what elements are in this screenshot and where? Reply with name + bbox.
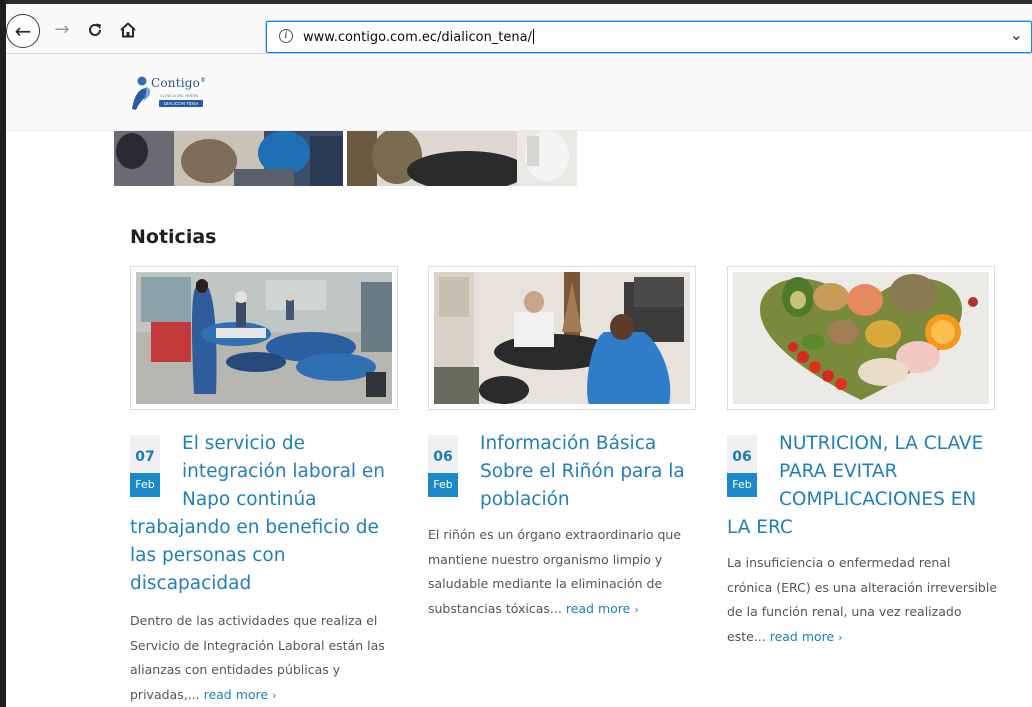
consultation-office-photo	[434, 272, 690, 404]
info-icon[interactable]: i	[279, 29, 293, 43]
chevron-right-icon: ›	[634, 602, 639, 616]
logo-figure-icon	[132, 76, 151, 110]
home-icon[interactable]	[116, 18, 140, 42]
home-icon-graphic	[120, 22, 136, 38]
reload-icon-graphic	[89, 23, 101, 36]
url-text: www.contigo.com.ec/dialicon_tena/	[303, 30, 532, 45]
news-title-line: LA ERC	[727, 517, 793, 538]
logo-tag: DIALICON TENA	[159, 100, 203, 107]
forward-arrow-icon[interactable]: →	[50, 18, 74, 42]
gallery-photo-graphic	[347, 131, 577, 186]
read-more-link[interactable]: read more ›	[566, 601, 639, 616]
news-title-line: NUTRICION, LA CLAVE PARA EVITAR COMPLICA…	[779, 433, 984, 510]
healthy-food-heart-photo	[733, 272, 989, 404]
news-excerpt: El riñón es un órgano extraordinario que…	[428, 523, 696, 622]
news-excerpt: Dentro de las actividades que realiza el…	[130, 609, 400, 707]
url-input[interactable]: www.contigo.com.ec/dialicon_tena/	[303, 29, 534, 45]
gallery-photo[interactable]	[114, 131, 343, 186]
news-card-image[interactable]	[727, 266, 995, 410]
url-bar[interactable]: i www.contigo.com.ec/dialicon_tena/ ⌄	[266, 21, 1032, 53]
news-card-image[interactable]	[428, 266, 696, 410]
read-more-label: read more	[203, 686, 269, 702]
gallery-photo-graphic	[114, 131, 343, 186]
news-title-link[interactable]: Información Básica Sobre el Riñón para l…	[428, 430, 703, 514]
news-title-link[interactable]: El servicio de integración laboral en Na…	[130, 430, 402, 598]
dialysis-room-photo	[136, 272, 392, 404]
news-title-line: Información Básica Sobre el Riñón para l…	[480, 433, 685, 510]
back-arrow-icon[interactable]: ←	[6, 14, 40, 48]
site-logo[interactable]: Contigo® CLÍNICA DEL RIÑÓN DIALICON TENA	[130, 73, 222, 115]
news-title-line: trabajando en beneficio de las personas …	[130, 517, 379, 594]
logo-registered-mark: ®	[200, 77, 207, 84]
chevron-right-icon: ›	[272, 688, 277, 702]
read-more-label: read more	[769, 628, 835, 644]
news-title-link[interactable]: NUTRICION, LA CLAVE PARA EVITAR COMPLICA…	[727, 430, 1002, 542]
gallery-photo[interactable]	[347, 131, 577, 186]
browser-toolbar: ← → i www.contigo.com.ec/dialicon_tena/ …	[6, 4, 1032, 54]
site-header: Contigo® CLÍNICA DEL RIÑÓN DIALICON TENA	[6, 54, 1032, 131]
news-card-image[interactable]	[130, 266, 398, 410]
news-excerpt-text: La insuficiencia o enfermedad renal crón…	[727, 555, 998, 644]
news-excerpt: La insuficiencia o enfermedad renal crón…	[727, 551, 999, 650]
read-more-link[interactable]: read more ›	[770, 629, 843, 644]
news-excerpt-text: El riñón es un órgano extraordinario que…	[428, 527, 682, 616]
logo-subtitle: CLÍNICA DEL RIÑÓN	[160, 93, 199, 98]
text-caret	[533, 29, 534, 44]
logo-word-text: Contigo	[151, 76, 201, 90]
read-more-label: read more	[565, 600, 631, 616]
reload-icon[interactable]	[83, 18, 107, 42]
news-section-title: Noticias	[130, 226, 217, 248]
logo-wordmark: Contigo®	[151, 76, 206, 90]
read-more-link[interactable]: read more ›	[204, 687, 277, 702]
news-title-line: El servicio de integración laboral en Na…	[182, 433, 386, 510]
chevron-down-icon[interactable]: ⌄	[1010, 25, 1023, 44]
chevron-right-icon: ›	[838, 630, 843, 644]
